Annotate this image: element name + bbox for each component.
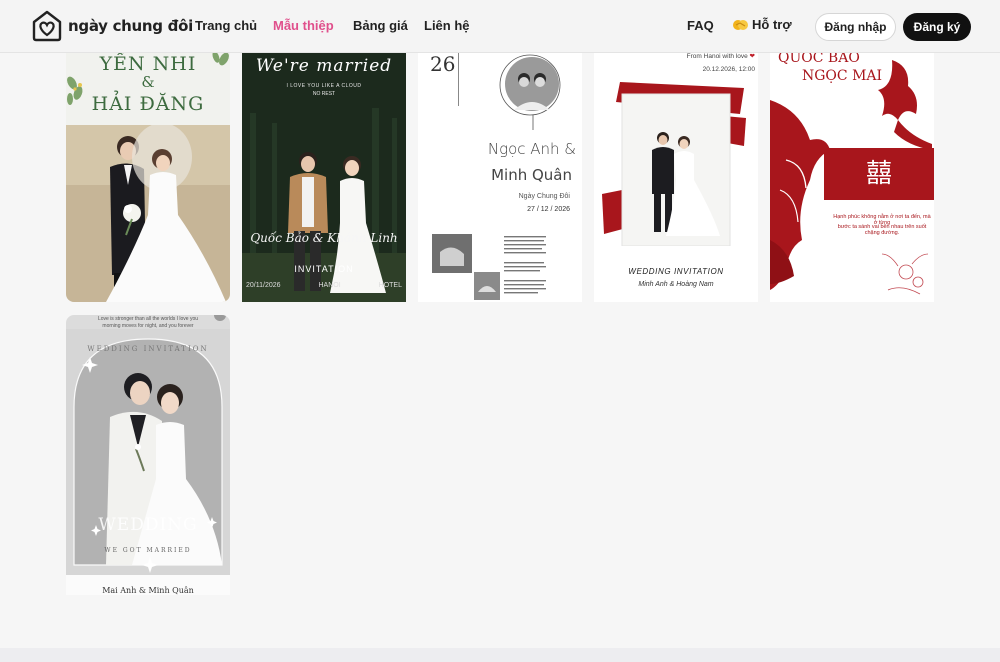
handshake-icon	[733, 19, 748, 30]
footer-band	[0, 648, 1000, 662]
template-card-were-married[interactable]: We're married I LOVE YOU LIKE A CLOUD NO…	[242, 53, 406, 302]
arched-couple-photo	[66, 329, 230, 581]
double-happiness-symbol: 囍	[865, 159, 892, 189]
nav-contact[interactable]: Liên hệ	[424, 18, 470, 33]
card-sub1: I LOVE YOU LIKE A CLOUD	[286, 83, 362, 89]
card-caption: Ngày Chung Đôi	[518, 193, 570, 200]
card-date-month: 12	[540, 206, 549, 213]
nav-templates[interactable]: Mẫu thiệp	[273, 18, 334, 33]
red-frame-photo	[602, 82, 746, 246]
bw-photo-collage	[432, 234, 546, 300]
card-names: Mai Anh & Minh Quân	[102, 586, 194, 595]
card-venue: HOTEL	[378, 282, 402, 289]
register-button[interactable]: Đăng ký	[903, 13, 971, 41]
support-label: Hỗ trợ	[752, 17, 792, 32]
card-names-line1: Ngọc Anh &	[487, 140, 576, 158]
card-script-names: Quốc Bảo & Khánh Linh	[250, 231, 398, 245]
circle-photo	[499, 54, 561, 130]
nav-home[interactable]: Trang chủ	[195, 18, 257, 33]
divider-line	[458, 48, 459, 106]
card-big-title: WEDDING	[98, 515, 198, 535]
card-city: HANOI	[318, 282, 341, 289]
card-names: Minh Anh & Hoàng Nam	[638, 281, 714, 288]
card-bottom-arc: WE GOT MARRIED	[104, 547, 192, 554]
card-names-line1: YẾN NHI	[99, 53, 197, 75]
template-card-yen-nhi[interactable]: YẾN NHI & HẢI ĐĂNG	[66, 53, 230, 302]
heart-icon: ❤	[749, 53, 755, 60]
heart-house-icon	[32, 10, 62, 42]
support-link[interactable]: Hỗ trợ	[733, 17, 792, 32]
nav-pricing[interactable]: Bảng giá	[353, 18, 408, 33]
card-date-day: 27	[527, 206, 535, 213]
card-date: 20/11/2026	[246, 282, 281, 289]
template-card-minh-anh[interactable]: From Hanoi with love ❤ 20.12.2026, 12:00…	[594, 40, 758, 302]
brand-logo[interactable]: ngày chung đôi	[31, 10, 193, 42]
card-names-line2: HẢI ĐĂNG	[91, 93, 205, 115]
card-datetime: 20.12.2026, 12:00	[702, 66, 755, 73]
card-text-line2: bước ta sánh vai bên nhau trên suốt chặn…	[837, 224, 927, 236]
nav-faq[interactable]: FAQ	[687, 18, 714, 33]
card-day: 26	[430, 52, 456, 76]
card-arc-text: WEDDING INVITATION	[87, 345, 209, 353]
site-header: ngày chung đôi Trang chủ Mẫu thiệp Bảng …	[0, 0, 1000, 53]
card-names-line2: Minh Quân	[491, 166, 572, 184]
template-card-mai-anh[interactable]: Love is stronger than all the worlds I l…	[66, 315, 230, 595]
login-button[interactable]: Đăng nhập	[815, 13, 896, 41]
card-sub2: NO REST	[312, 91, 336, 97]
template-card-quoc-bao[interactable]: QUỐC BẢO NGỌC MAI 囍 Hạnh phúc không nằm …	[770, 40, 934, 302]
card-top-line1: Love is stronger than all the worlds I l…	[97, 316, 199, 322]
brand-name: ngày chung đôi	[68, 17, 193, 35]
card-date-year: 2026	[554, 206, 570, 213]
card-ampersand: &	[141, 73, 155, 91]
couple-photo	[66, 125, 230, 302]
card-headline: We're married	[255, 56, 393, 76]
card-title: WEDDING INVITATION	[628, 267, 724, 276]
card-invitation-label: INVITATION	[294, 264, 354, 274]
template-card-ngoc-anh[interactable]: 26 Ngọc Anh & Minh Quân Ngày Chung Đôi 2…	[418, 40, 582, 302]
card-from-text: From Hanoi with love ❤	[686, 53, 755, 60]
